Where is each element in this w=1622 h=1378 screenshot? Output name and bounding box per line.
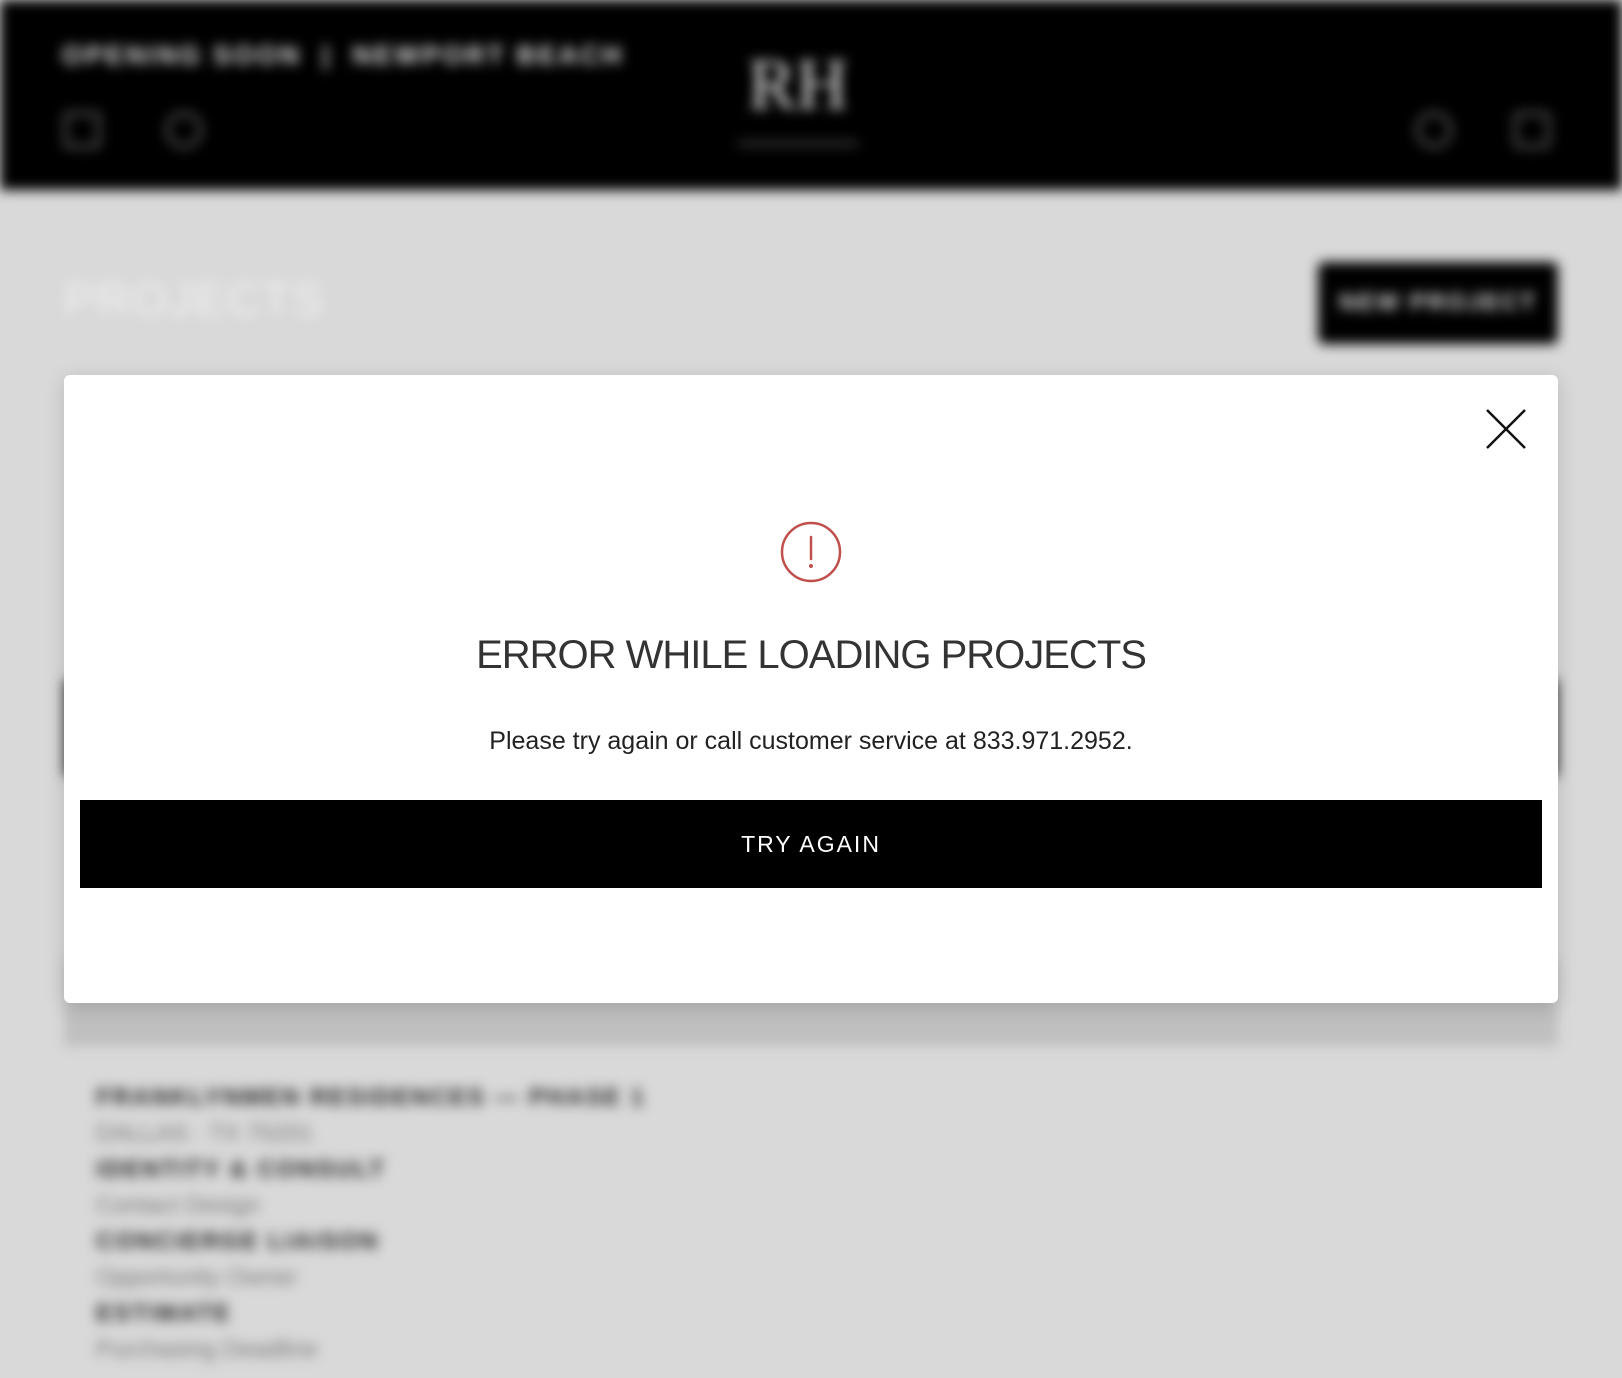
error-alert-icon (780, 521, 842, 583)
app-root: OPENING SOON | NEWPORT BEACH RH PROJECTS… (0, 0, 1622, 1378)
close-icon[interactable] (1484, 407, 1528, 451)
project-details: FRANKLYNMEN RESIDENCES — PHASE 1 DALLAS … (96, 1080, 646, 1368)
location-secondary-label: NEWPORT BEACH (352, 40, 625, 70)
top-navigation-bar: OPENING SOON | NEWPORT BEACH RH (0, 0, 1622, 190)
project-meta: DALLAS · TX 75201 (96, 1120, 314, 1147)
error-modal: ERROR WHILE LOADING PROJECTS Please try … (64, 375, 1558, 1003)
menu-icon[interactable] (64, 112, 100, 148)
project-name: FRANKLYNMEN RESIDENCES — PHASE 1 (96, 1084, 646, 1111)
detail-heading: IDENTITY & CONSULT (96, 1156, 386, 1183)
try-again-button[interactable]: TRY AGAIN (80, 800, 1542, 888)
gallery-location[interactable]: OPENING SOON | NEWPORT BEACH (62, 40, 624, 71)
detail-value: Purchasing Deadline (96, 1336, 318, 1363)
account-icon[interactable] (1416, 112, 1452, 148)
detail-value: Contact Design (96, 1192, 261, 1219)
brand-logo[interactable]: RH (738, 34, 858, 145)
cart-icon[interactable] (1514, 112, 1550, 148)
search-icon[interactable] (166, 112, 202, 148)
detail-heading: ESTIMATE (96, 1300, 232, 1327)
page-title: PROJECTS (64, 273, 326, 325)
detail-value: Opportunity Owner (96, 1264, 298, 1291)
error-message: Please try again or call customer servic… (489, 727, 1133, 755)
new-project-button[interactable]: NEW PROJECT (1318, 262, 1558, 344)
location-label: OPENING SOON (62, 40, 302, 70)
location-separator: | (321, 40, 333, 70)
detail-heading: CONCIERGE LIAISON (96, 1228, 380, 1255)
error-title: ERROR WHILE LOADING PROJECTS (476, 633, 1147, 677)
